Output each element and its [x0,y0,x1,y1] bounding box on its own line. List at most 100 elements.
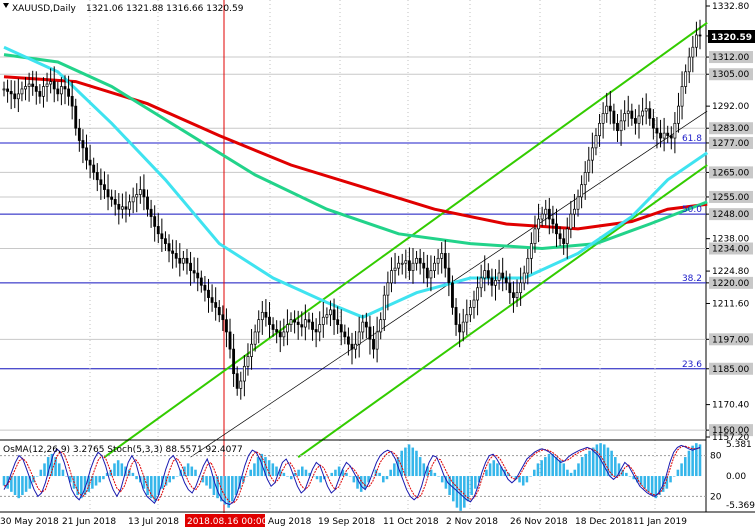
candle-body [447,267,451,284]
osma-bar [378,472,381,477]
osma-bar [54,457,57,477]
candle-body [526,257,530,274]
osma-bar [2,476,6,486]
osma-bar [301,466,304,477]
price-tick-label: 1277.00 [712,139,749,149]
osma-bar [113,463,116,477]
candle-body [651,118,655,129]
candle-body [9,91,13,95]
osma-bar [672,476,676,477]
candle-body [587,159,591,173]
candle-body [590,147,594,161]
osma-bar [547,453,551,477]
candle-body [257,319,261,333]
candle-body [142,189,146,198]
candle-body [31,83,35,87]
candle-body [271,324,275,330]
candle-body [486,270,490,279]
osma-bar [639,476,643,486]
candle-body [20,88,24,95]
candle-body [555,223,558,235]
osma-bar [698,444,702,477]
candle-body [185,257,189,264]
osma-bar [172,476,175,480]
fib-label: 61.8 [682,134,702,144]
candle-body [239,380,243,389]
candle-body [619,120,623,132]
candle-body [275,329,279,333]
candle-body [350,343,354,350]
osma-bar [249,469,253,477]
osma-bar [584,453,588,477]
candle-body [268,316,271,325]
osma-bar [544,457,547,477]
candle-body [472,299,476,308]
candle-body [361,321,365,333]
osma-bar [389,469,392,477]
candle-body [217,307,221,316]
current-price-tag: 1320.59 [708,30,755,43]
candle-body [512,292,515,298]
candle-body [425,267,429,279]
candle-body [196,272,200,279]
osma-bar [470,476,473,496]
candle-body [397,262,401,269]
osma-bar [190,466,194,477]
osma-bar [418,457,422,477]
osma-bar [131,472,135,477]
candle-body [400,262,404,265]
candle-body [634,118,637,124]
candle-body [110,196,114,200]
osma-bar [289,476,293,480]
candle-body [189,262,192,271]
candle-body [42,86,45,97]
candle-body [113,199,117,205]
candle-body [393,267,397,271]
osma-bar [385,476,389,480]
osma-bar [463,476,466,508]
price-tick-label: 1211.60 [712,299,749,309]
osma-bar [256,457,260,477]
candle-body [67,88,70,97]
candle-body [228,331,232,350]
candle-body [558,233,562,240]
candle-body [616,122,619,132]
candle-body [124,206,128,210]
candle-body [203,284,207,291]
candle-body [24,86,27,90]
osma-bar [205,476,208,486]
time-tick-label: 19 Sep 2018 [318,517,375,527]
candle-body [637,115,641,124]
osma-bar [533,469,536,477]
candle-body [103,184,106,190]
osma-bar [142,476,146,489]
candle-body [174,253,178,259]
candle-body [318,324,322,333]
osma-bar [326,476,330,477]
candle-body [490,277,494,286]
osma-bar [242,476,245,483]
candle-body [544,208,548,215]
osma-bar [245,476,249,477]
candle-body [443,253,447,269]
candle-body [70,95,74,107]
osma-bar [39,469,43,477]
osma-bar [643,476,647,489]
osma-bar [687,450,691,477]
candle-body [429,270,433,279]
osma-bar [234,476,238,496]
fib-label: 50.0 [682,205,702,215]
candle-body [339,324,343,333]
candle-body [138,189,142,195]
osma-bar [208,476,212,489]
chart-window[interactable]: 61.8 50.0 38.2 23.6 XAUUSD,Daily 1321.06 13… [0,0,755,529]
fib-label: 23.6 [682,360,702,370]
candle-body [529,243,533,259]
osma-bar [102,476,105,480]
candle-body [128,201,131,210]
osma-bar [286,476,289,477]
candle-body [422,262,426,269]
ohlc-values: 1321.06 1321.88 1316.66 1320.59 [86,4,244,14]
osma-bar [647,476,650,492]
osma-bar [407,444,411,477]
